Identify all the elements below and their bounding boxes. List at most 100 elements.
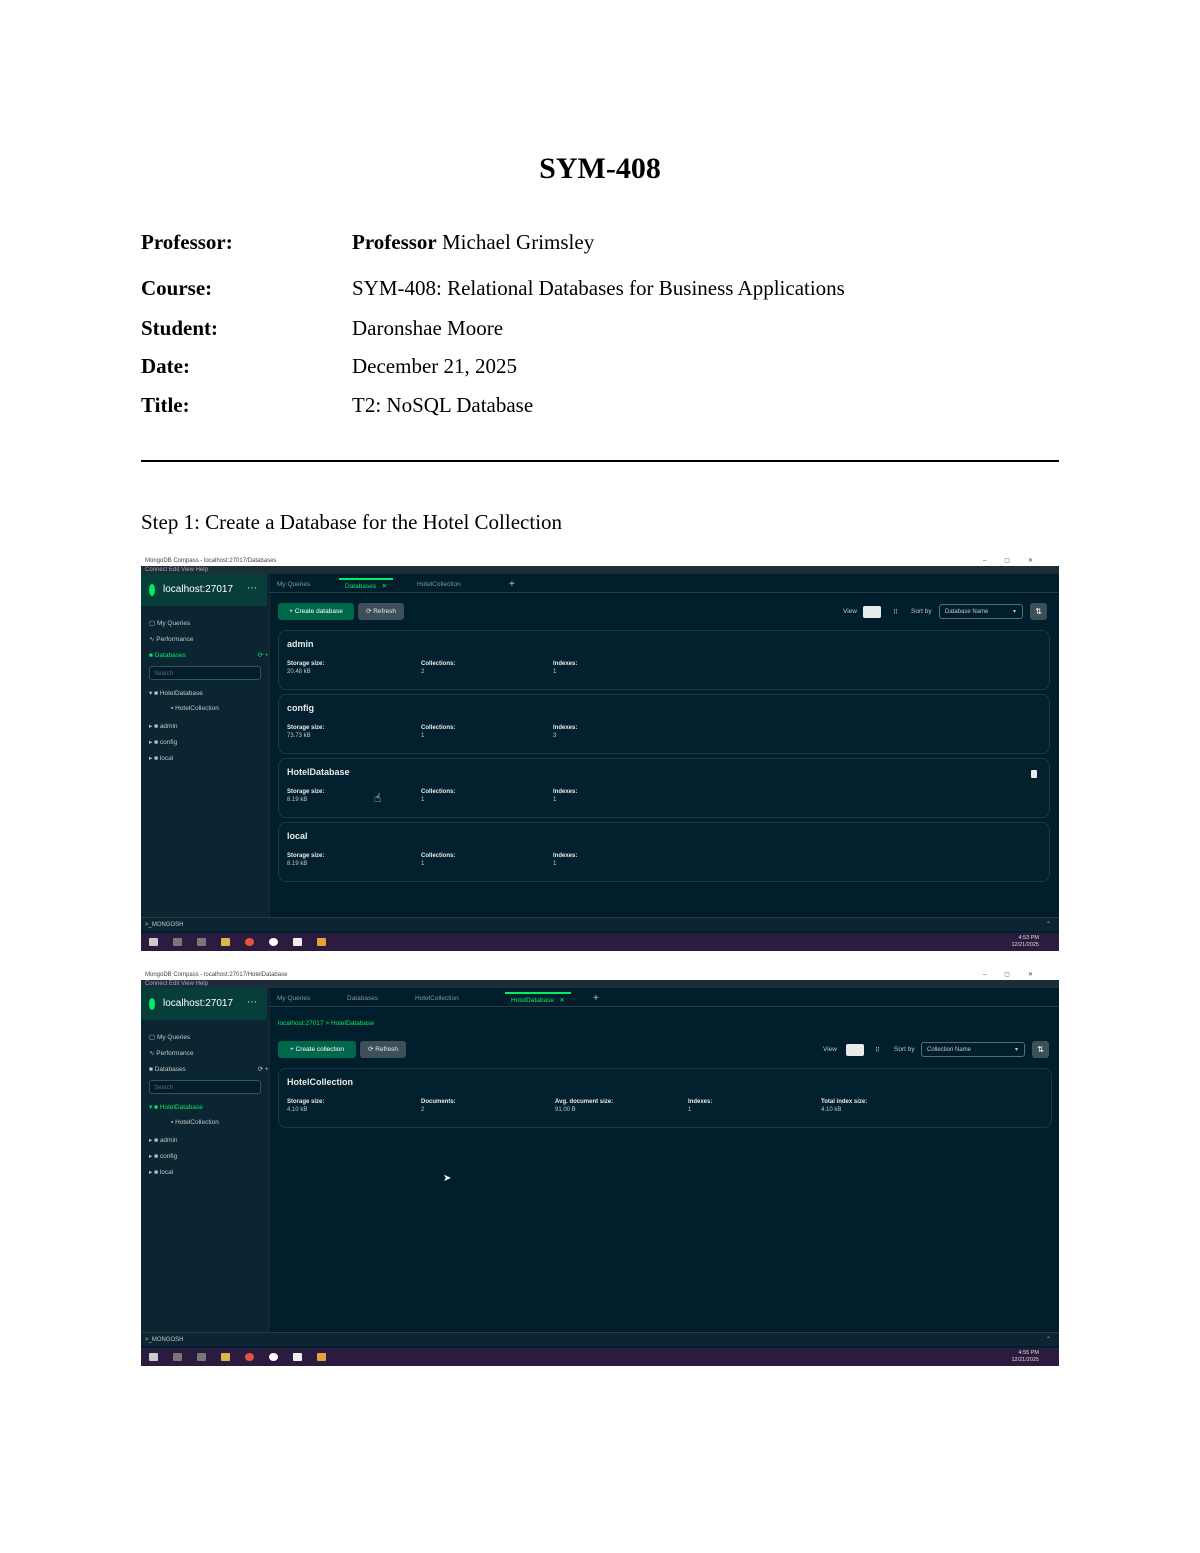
window-titlebar: MongoDB Compass - localhost:27017/HotelD… (141, 970, 1059, 980)
meta-key: Student: (141, 316, 219, 340)
stat-avg-doc-size: Avg. document size: 91.00 B (555, 1099, 614, 1113)
meta-key: Title: (141, 393, 190, 417)
sidebar-db-admin[interactable]: ▸ ■ admin (149, 722, 178, 730)
sidebar-db-config[interactable]: ▸ ■ config (149, 1152, 177, 1160)
sort-direction-button[interactable]: ⇅ (1030, 603, 1047, 620)
sidebar-item-my-queries[interactable]: ▢ My Queries (149, 1033, 190, 1041)
sidebar-db-admin[interactable]: ▸ ■ admin (149, 1136, 178, 1144)
compass-icon[interactable] (269, 1353, 278, 1361)
grid-view-icon[interactable]: ⠿ (875, 1046, 880, 1054)
collection-card[interactable]: HotelCollection Storage size: 4.10 kB Doc… (278, 1068, 1052, 1128)
leaf-icon (149, 998, 155, 1010)
task-view-icon[interactable] (197, 1353, 206, 1361)
start-icon[interactable] (149, 1353, 158, 1361)
tab-my-queries[interactable]: My Queries (271, 578, 316, 592)
sidebar-db-local[interactable]: ▸ ■ local (149, 1168, 173, 1176)
window-controls[interactable]: –▢✕ (983, 556, 1051, 566)
sort-select[interactable]: Collection Name ▾ (921, 1042, 1025, 1057)
collection-name[interactable]: HotelCollection (287, 1077, 353, 1087)
mongosh-bar[interactable]: >_MONGOSH ⌃ (141, 1332, 1059, 1346)
refresh-button[interactable]: ⟳ Refresh (358, 603, 404, 620)
tab-databases[interactable]: Databases ✕ (339, 578, 393, 592)
sort-direction-button[interactable]: ⇅ (1032, 1041, 1049, 1058)
sidebar-db-config[interactable]: ▸ ■ config (149, 738, 177, 746)
create-database-button[interactable]: + Create database (278, 603, 354, 620)
view-label: View (823, 1046, 837, 1053)
sort-select[interactable]: Database Name ▾ (939, 604, 1023, 619)
meta-value: December 21, 2025 (352, 354, 518, 378)
meta-value: SYM-408: Relational Databases for Busine… (352, 276, 845, 300)
tab-hotelcollection[interactable]: HotelCollection (411, 578, 467, 592)
tab-hotelcollection[interactable]: HotelCollection (409, 992, 465, 1006)
notepad-icon[interactable] (293, 1353, 302, 1361)
system-clock[interactable]: 4:53 PM 12/21/2025 (1011, 935, 1039, 949)
breadcrumb[interactable]: localhost:27017 > HotelDatabase (278, 1020, 374, 1027)
window-controls[interactable]: –▢✕ (983, 970, 1051, 980)
new-tab-icon[interactable]: + (593, 992, 599, 1006)
sidebar-coll-hotelcollection[interactable]: ▪ HotelCollection (171, 705, 219, 712)
system-clock[interactable]: 4:55 PM 12/21/2025 (1011, 1350, 1039, 1364)
tab-databases[interactable]: Databases (341, 992, 384, 1006)
task-view-icon[interactable] (197, 938, 206, 946)
sidebar-item-performance[interactable]: ∿ Performance (149, 1049, 193, 1057)
menu-bar[interactable]: Connect Edit View Help (141, 566, 1059, 574)
database-name[interactable]: config (287, 703, 314, 713)
tab-bar: My Queries Databases ✕ HotelCollection + (269, 574, 1059, 593)
stat-indexes: Indexes: 1 (688, 1099, 713, 1113)
stat-storage: Storage size: 8.19 kB (287, 853, 325, 867)
connection-header[interactable]: localhost:27017 ⋯ (141, 988, 267, 1020)
stat-storage: Storage size: 8.19 kB (287, 789, 325, 803)
sidebar-item-my-queries[interactable]: ▢ My Queries (149, 619, 190, 627)
sidebar: localhost:27017 ⋯ ▢ My Queries ∿ Perform… (141, 988, 270, 1332)
database-card[interactable]: HotelDatabase Storage size: 8.19 kB Colle… (278, 758, 1050, 818)
sidebar-search-input[interactable]: Search (149, 1080, 261, 1094)
start-icon[interactable] (149, 938, 158, 946)
hand-cursor-icon: ☝ (374, 791, 382, 805)
sidebar-item-databases[interactable]: ■ Databases ⟳ + (149, 651, 269, 659)
sidebar-db-local[interactable]: ▸ ■ local (149, 754, 173, 762)
tab-my-queries[interactable]: My Queries (271, 992, 316, 1006)
chrome-icon[interactable] (245, 1353, 254, 1361)
mongosh-bar[interactable]: >_MONGOSH ⌃ (141, 917, 1059, 931)
database-card[interactable]: admin Storage size: 20.48 kB Collections:… (278, 630, 1050, 690)
grid-view-icon[interactable]: ⠿ (893, 608, 898, 616)
tab-hoteldatabase[interactable]: HotelDatabase ✕ (505, 992, 571, 1006)
menu-bar[interactable]: Connect Edit View Help (141, 980, 1059, 988)
new-tab-icon[interactable]: + (509, 578, 515, 592)
stat-collections: Collections: 1 (421, 853, 456, 867)
sidebar: localhost:27017 ⋯ ▢ My Queries ∿ Perform… (141, 574, 270, 917)
stat-indexes: Indexes: 1 (553, 789, 578, 803)
search-icon[interactable] (173, 938, 182, 946)
more-icon[interactable]: ⋯ (247, 997, 257, 1008)
compass-icon[interactable] (269, 938, 278, 946)
app-icon[interactable] (317, 938, 326, 946)
notepad-icon[interactable] (293, 938, 302, 946)
database-name[interactable]: admin (287, 639, 314, 649)
trash-icon[interactable] (1031, 770, 1037, 778)
database-name[interactable]: local (287, 831, 308, 841)
sidebar-search-input[interactable]: Search (149, 666, 261, 680)
list-view-icon[interactable] (863, 606, 881, 618)
more-icon[interactable]: ⋯ (247, 583, 257, 594)
window-title: MongoDB Compass - localhost:27017/HotelD… (145, 972, 288, 978)
create-collection-button[interactable]: + Create collection (278, 1041, 356, 1058)
tab-bar: My Queries Databases HotelCollection Hot… (269, 988, 1059, 1007)
database-card[interactable]: local Storage size: 8.19 kB Collections: 1… (278, 822, 1050, 882)
file-explorer-icon[interactable] (221, 1353, 230, 1361)
search-icon[interactable] (173, 1353, 182, 1361)
database-name[interactable]: HotelDatabase (287, 767, 350, 777)
file-explorer-icon[interactable] (221, 938, 230, 946)
sidebar-coll-hotelcollection[interactable]: ▪ HotelCollection (171, 1119, 219, 1126)
sidebar-db-hoteldatabase[interactable]: ▾ ■ HotelDatabase (149, 1103, 203, 1111)
chrome-icon[interactable] (245, 938, 254, 946)
list-view-icon[interactable] (846, 1044, 864, 1056)
sidebar-db-hoteldatabase[interactable]: ▾ ■ HotelDatabase (149, 689, 203, 697)
app-icon[interactable] (317, 1353, 326, 1361)
sort-label: Sort by (911, 608, 932, 615)
sidebar-item-databases[interactable]: ■ Databases ⟳ + (149, 1065, 269, 1073)
connection-header[interactable]: localhost:27017 ⋯ (141, 574, 267, 606)
sidebar-item-performance[interactable]: ∿ Performance (149, 635, 193, 643)
stat-documents: Documents: 2 (421, 1099, 456, 1113)
database-card[interactable]: config Storage size: 73.73 kB Collections… (278, 694, 1050, 754)
refresh-button[interactable]: ⟳ Refresh (360, 1041, 406, 1058)
